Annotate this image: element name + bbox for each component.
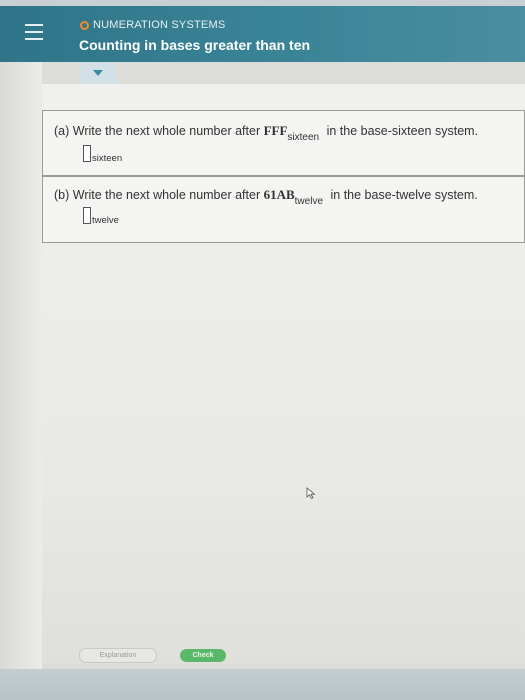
answer-subscript: twelve [92, 215, 119, 226]
question-number: 61AB [263, 187, 295, 202]
answer-group: twelve [83, 207, 119, 226]
triangle-down-icon [93, 70, 103, 76]
question-suffix: in the base-sixteen system. [323, 124, 479, 138]
answer-subscript: sixteen [92, 153, 123, 164]
footer-bar [0, 669, 525, 700]
mouse-cursor-icon [306, 487, 316, 499]
question-suffix: in the base-twelve system. [327, 188, 478, 202]
action-bar: Explanation Check [55, 641, 525, 669]
question-text: (a) Write the next whole number after FF… [54, 123, 479, 143]
question-prefix: (a) Write the next whole number after [54, 124, 264, 138]
answer-input[interactable] [83, 145, 91, 162]
answer-group: sixteen [83, 145, 123, 164]
explanation-button[interactable]: Explanation [79, 647, 157, 663]
hamburger-icon[interactable] [25, 24, 43, 40]
answer-input[interactable] [83, 207, 91, 224]
base-subscript: twelve [294, 196, 324, 207]
base-subscript: sixteen [287, 132, 320, 143]
check-button[interactable]: Check [180, 648, 226, 662]
question-prefix: (b) Write the next whole number after [54, 188, 264, 202]
breadcrumb: NUMERATION SYSTEMS [93, 19, 226, 31]
circle-icon [80, 21, 89, 30]
page-title: Counting in bases greater than ten [79, 37, 311, 53]
question-a: (a) Write the next whole number after FF… [42, 110, 525, 176]
top-strip [0, 0, 525, 6]
question-text: (b) Write the next whole number after 61… [54, 187, 478, 207]
top-bar: NUMERATION SYSTEMS Counting in bases gre… [0, 0, 525, 62]
question-number: FFF [263, 123, 288, 138]
left-shade [0, 62, 42, 669]
question-b: (b) Write the next whole number after 61… [42, 176, 525, 243]
expand-button[interactable] [79, 62, 117, 84]
